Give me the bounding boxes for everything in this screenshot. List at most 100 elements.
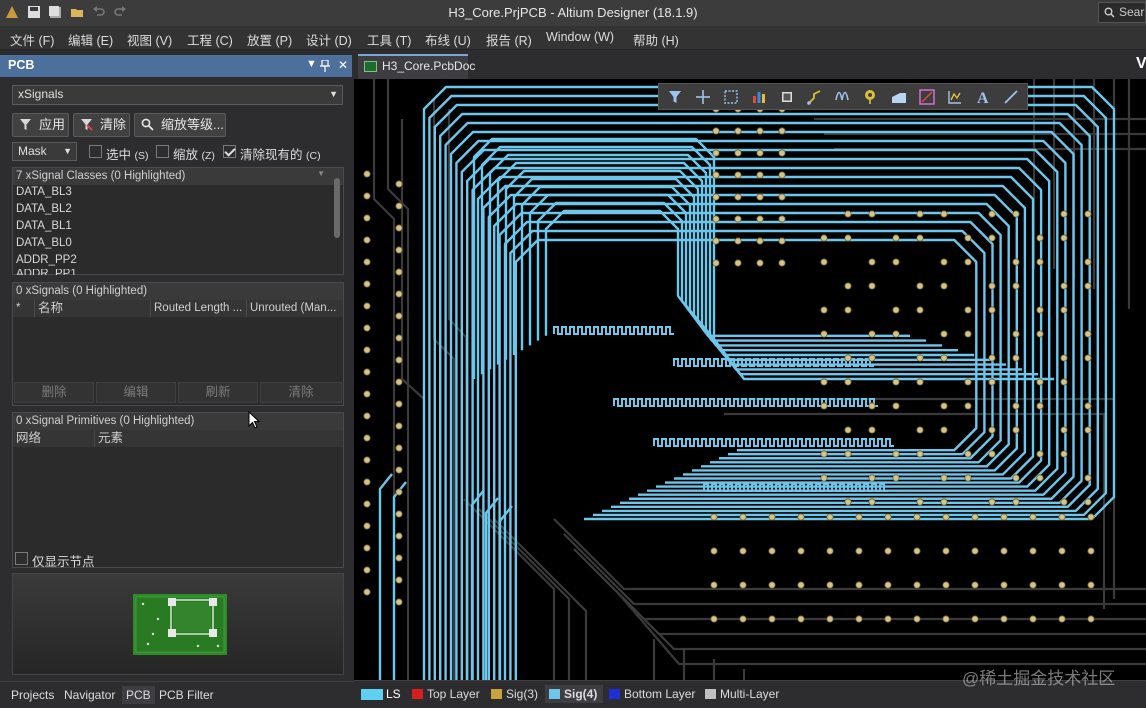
tab-navigator[interactable]: Navigator [60,686,119,704]
xsignal-primitives-table[interactable]: 0 xSignal Primitives (0 Highlighted) 网络 … [12,412,344,569]
select-rect-icon[interactable] [722,88,740,106]
tab-projects[interactable]: Projects [7,686,58,704]
pcb-drawing[interactable] [354,79,1146,680]
list-item[interactable]: ADDR_PP1 [16,269,77,275]
apply-button[interactable]: 应用 [12,113,69,137]
menu-route[interactable]: 布线 (U) [425,30,471,49]
tab-layer-multi[interactable]: Multi-Layer [701,685,785,703]
pcb-pad [1012,498,1020,506]
mode-select-value: xSignals [18,87,64,101]
menu-edit[interactable]: 编辑 (E) [68,30,113,49]
tab-pcb[interactable]: PCB [122,686,155,704]
pcb-pad [892,258,900,266]
pcb-pad [868,330,876,338]
pcb-pad [797,547,805,555]
pcb-pad [820,258,828,266]
keepout-icon[interactable] [918,88,936,106]
menu-reports[interactable]: 报告 (R) [486,30,532,49]
clear-existing-checkbox[interactable] [223,145,236,158]
close-icon[interactable]: ✕ [338,58,348,72]
pcb-meander [703,483,888,492]
clear-button[interactable]: 清除 [73,113,130,137]
menu-design[interactable]: 设计 (D) [306,30,352,49]
zoom-level-button[interactable]: 缩放等级... [134,113,226,137]
component-icon[interactable] [778,88,796,106]
scrollbar[interactable] [334,178,340,238]
tab-pcb-filter[interactable]: PCB Filter [155,686,218,704]
col-star[interactable]: * [13,300,35,317]
mask-select[interactable]: Mask ▼ [12,142,77,161]
pcb-pad [768,547,776,555]
menu-window[interactable]: Window (W) [546,30,614,44]
pcb-pad [395,444,403,452]
polygon-icon[interactable] [890,88,908,106]
list-item[interactable]: DATA_BL0 [16,237,72,249]
list-item[interactable]: DATA_BL3 [16,186,72,198]
pcb-pad [916,210,924,218]
panel-header: PCB ▼ ✕ [0,55,352,77]
line-icon[interactable] [1002,88,1020,106]
menu-view[interactable]: 视图 (V) [127,30,172,49]
layer-set-button[interactable]: LS [358,685,402,703]
col-routed-length[interactable]: Routed Length ... [151,300,247,317]
pcb-pad [710,615,718,623]
pcb-pad [363,412,371,420]
pcb-pad [739,581,747,589]
pin-icon[interactable] [320,60,330,72]
menu-project[interactable]: 工程 (C) [187,30,233,49]
col-element[interactable]: 元素 [95,430,343,447]
menu-file[interactable]: 文件 (F) [10,30,54,49]
pcb-pad [363,588,371,596]
col-name[interactable]: 名称 [35,300,151,317]
diff-pair-icon[interactable] [834,88,852,106]
layer-set-label: LS [386,687,401,701]
tab-pcbdoc[interactable]: H3_Core.PcbDoc [358,54,475,79]
layer-label: Top Layer [427,687,480,701]
menu-place[interactable]: 放置 (P) [247,30,292,49]
refresh-button[interactable]: 刷新 [178,382,258,403]
panel-menu-icon[interactable]: ▼ [306,58,317,70]
pcb-pad [778,127,786,135]
list-item[interactable]: DATA_BL2 [16,203,72,215]
via-icon[interactable] [862,88,880,106]
bar-chart-icon[interactable] [750,88,768,106]
pcb-pad [988,210,996,218]
clear-signals-button[interactable]: 清除 [260,382,342,403]
pcb-pad [826,547,834,555]
pcb-pad [1060,234,1068,242]
search-input[interactable]: Sear [1098,2,1146,23]
tab-layer-top[interactable]: Top Layer [408,685,486,703]
list-item[interactable]: DATA_BL1 [16,220,72,232]
pcb-pad [916,282,924,290]
pcb-pad [916,378,924,386]
chart-icon[interactable] [946,88,964,106]
text-icon[interactable]: A [974,88,992,106]
select-checkbox[interactable] [89,145,102,158]
pcb-pad [756,237,764,245]
tab-layer-bottom[interactable]: Bottom Layer [605,685,701,703]
pcb-pad [942,547,950,555]
chevron-down-icon: ▼ [329,89,338,99]
pcb-canvas[interactable] [354,79,1146,680]
menu-help[interactable]: 帮助 (H) [633,30,679,49]
pcb-pad [395,532,403,540]
delete-button[interactable]: 删除 [14,382,94,403]
xsignal-classes-list[interactable]: 7 xSignal Classes (0 Highlighted) DATA_B… [12,167,344,275]
edit-button[interactable]: 编辑 [96,382,176,403]
crosshair-icon[interactable] [694,88,712,106]
filter-icon[interactable] [666,88,684,106]
xsignals-table[interactable]: 0 xSignals (0 Highlighted) * 名称 Routed L… [12,282,344,406]
menu-tools[interactable]: 工具 (T) [367,30,411,49]
zoom-checkbox[interactable] [156,145,169,158]
pcb-pad [916,450,924,458]
board-thumbnail[interactable] [12,573,344,675]
list-item[interactable]: ADDR_PP2 [16,254,77,266]
tab-layer-sig4[interactable]: Sig(4) [545,685,604,703]
route-icon[interactable] [806,88,824,106]
col-unrouted[interactable]: Unrouted (Man... [247,300,343,317]
mode-select[interactable]: xSignals ▼ [12,85,343,105]
col-net[interactable]: 网络 [13,430,95,447]
pcb-pad [820,234,828,242]
tab-layer-sig3[interactable]: Sig(3) [487,685,544,703]
nodes-only-checkbox[interactable] [15,552,28,565]
